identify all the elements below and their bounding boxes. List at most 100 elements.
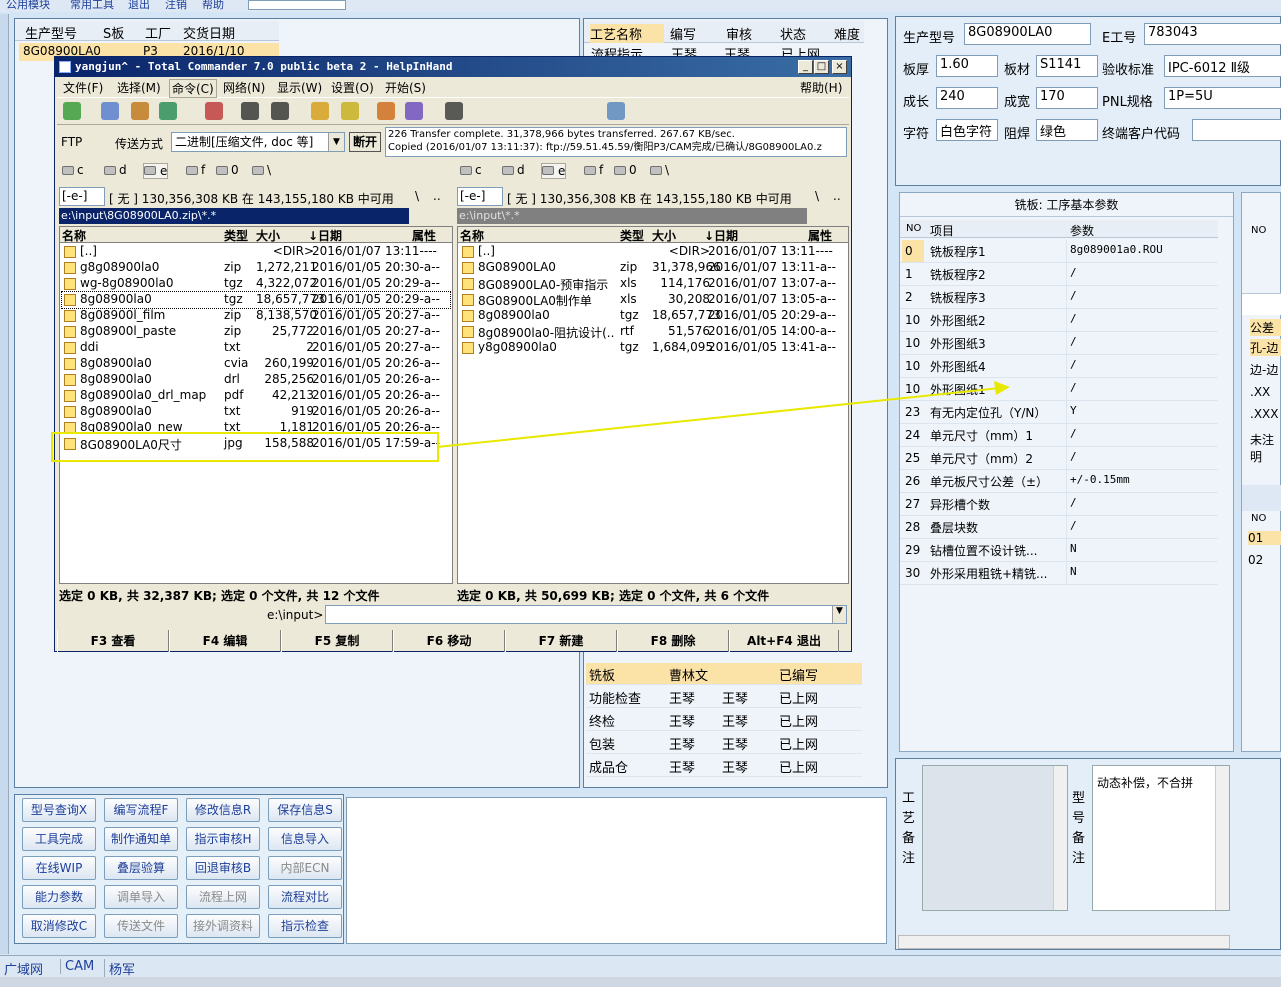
file-col-header[interactable]: 大小: [652, 227, 676, 244]
view-icon[interactable]: [131, 102, 149, 120]
disconnect-button[interactable]: 断开: [349, 132, 381, 152]
tc-menu-item[interactable]: 设置(O): [331, 79, 374, 96]
tc-menu-item[interactable]: 命令(C): [169, 79, 217, 98]
param-row[interactable]: 1 铣板程序2 /: [900, 263, 1218, 286]
right-up-button[interactable]: ..: [833, 189, 841, 203]
thumbnail-icon[interactable]: [159, 102, 177, 120]
file-row[interactable]: 8g08900la0 cvia 260,199 2016/01/05 20:26-a-…: [62, 356, 450, 372]
file-col-header[interactable]: 名称: [62, 227, 86, 244]
right-drive-select[interactable]: [-e-]: [457, 187, 503, 206]
file-col-header[interactable]: 类型: [224, 227, 248, 244]
tc-menu-item[interactable]: 开始(S): [385, 79, 426, 96]
fkey-button[interactable]: Alt+F4 退出: [729, 630, 839, 652]
file-row[interactable]: 8g08900la0 drl 285,256 2016/01/05 20:26-a--: [62, 372, 450, 388]
tc-menu-item[interactable]: 选择(M): [117, 79, 161, 96]
unpack-icon[interactable]: [341, 102, 359, 120]
fkey-button[interactable]: F8 删除: [617, 630, 729, 652]
fkey-button[interactable]: F5 复制: [281, 630, 393, 652]
right-path-bar[interactable]: e:\input\*.*: [457, 208, 807, 224]
file-col-header[interactable]: 类型: [620, 227, 644, 244]
param-row[interactable]: 10 外形图纸1 /: [900, 378, 1218, 401]
file-row[interactable]: g8g08900la0 zip 1,272,211 2016/01/05 20:30-…: [62, 260, 450, 276]
param-row[interactable]: 30 外形采用粗铣+精铣... N: [900, 562, 1218, 585]
param-row[interactable]: 10 外形图纸3 /: [900, 332, 1218, 355]
tc-menu-help[interactable]: 帮助(H): [800, 79, 842, 96]
field-model[interactable]: 8G08900LA0: [964, 23, 1091, 45]
field-e-number[interactable]: 783043: [1144, 23, 1281, 45]
action-button[interactable]: 工具完成: [22, 827, 96, 851]
field-standard[interactable]: IPC-6012 Ⅱ级: [1164, 55, 1281, 77]
model-note-field[interactable]: 动态补偿，不合拼: [1092, 765, 1230, 911]
file-row[interactable]: 8g08900la0 txt 919 2016/01/05 20:26-a--: [62, 404, 450, 420]
action-button[interactable]: 保存信息S: [268, 798, 342, 822]
fkey-button[interactable]: F3 查看: [57, 630, 169, 652]
fkey-button[interactable]: F6 移动: [393, 630, 505, 652]
file-row[interactable]: 8G08900LA0制作单 xls 30,208 2016/01/07 13:05-a…: [460, 292, 846, 308]
action-button[interactable]: 信息导入: [268, 827, 342, 851]
field-material[interactable]: S1141: [1036, 55, 1098, 77]
menu-common-tools[interactable]: 常用工具: [70, 0, 114, 12]
process-note-field[interactable]: [922, 765, 1068, 911]
left-root-button[interactable]: \: [415, 189, 419, 203]
ftp-icon[interactable]: [377, 102, 395, 120]
action-button[interactable]: 叠层验算: [104, 856, 178, 880]
refresh-icon[interactable]: [63, 102, 81, 120]
transfer-mode-select[interactable]: 二进制[压缩文件, doc 等] ▼: [171, 132, 345, 152]
left-file-list[interactable]: 名称 类型 大小 ↓日期 属性 [..] <DIR> 2016/01/07 13:11----…: [59, 226, 453, 584]
action-button[interactable]: 能力参数: [22, 885, 96, 909]
param-row[interactable]: 10 外形图纸4 /: [900, 355, 1218, 378]
file-col-header[interactable]: 属性: [808, 227, 832, 244]
file-col-header[interactable]: 名称: [460, 227, 484, 244]
action-button[interactable]: 指示检查: [268, 914, 342, 938]
field-solder-mask[interactable]: 绿色: [1036, 119, 1098, 141]
field-pnl[interactable]: 1P=5U: [1164, 87, 1281, 109]
param-row[interactable]: 29 钻槽位置不设计铣... N: [900, 539, 1218, 562]
file-row[interactable]: 8G08900LA0-预审指示 xls 114,176 2016/01/07 13:0…: [460, 276, 846, 292]
file-row[interactable]: [..] <DIR> 2016/01/07 13:11----: [460, 244, 846, 260]
file-col-header[interactable]: ↓日期: [704, 227, 738, 244]
fkey-button[interactable]: F7 新建: [505, 630, 617, 652]
action-button[interactable]: 修改信息R: [186, 798, 260, 822]
menu-help[interactable]: 帮助: [202, 0, 224, 12]
pack-icon[interactable]: [205, 102, 223, 120]
action-button[interactable]: 制作通知单: [104, 827, 178, 851]
tree-icon[interactable]: [101, 102, 119, 120]
action-button[interactable]: 在线WIP: [22, 856, 96, 880]
file-row[interactable]: 8g08900la0_drl_map pdf 42,213 2016/01/05 20…: [62, 388, 450, 404]
right-row-01[interactable]: 01: [1248, 531, 1281, 545]
field-width[interactable]: 170: [1036, 87, 1098, 109]
menu-exit[interactable]: 退出: [128, 0, 150, 12]
scrollbar[interactable]: [1215, 766, 1229, 910]
command-line-input[interactable]: ▼: [325, 605, 847, 624]
total-commander-window[interactable]: yangjun^ - Total Commander 7.0 public be…: [51, 56, 852, 652]
maximize-icon[interactable]: □: [814, 60, 829, 74]
param-row[interactable]: 10 外形图纸2 /: [900, 309, 1218, 332]
right-file-list[interactable]: 名称 类型 大小 ↓日期 属性 [..] <DIR> 2016/01/07 13:11----…: [457, 226, 849, 584]
horizontal-scrollbar[interactable]: [898, 935, 1230, 949]
action-button[interactable]: 指示审核H: [186, 827, 260, 851]
param-row[interactable]: 0 铣板程序1 8g089001a0.ROU: [900, 240, 1218, 263]
field-character[interactable]: 白色字符: [936, 119, 998, 141]
file-col-header[interactable]: 属性: [412, 227, 436, 244]
field-customer-code[interactable]: [1192, 119, 1281, 141]
param-row[interactable]: 24 单元尺寸（mm）1 /: [900, 424, 1218, 447]
file-row[interactable]: wg-8g08900la0 tgz 4,322,072 2016/01/05 20:2…: [62, 276, 450, 292]
search-icon[interactable]: [445, 102, 463, 120]
field-thickness[interactable]: 1.60: [936, 55, 998, 77]
action-button[interactable]: 型号查询X: [22, 798, 96, 822]
file-row[interactable]: 8g08900la0-阻抗设计(.. rtf 51,576 2016/01/05 14…: [460, 324, 846, 340]
notepad-icon[interactable]: [607, 102, 625, 120]
chevron-down-icon[interactable]: ▼: [328, 133, 344, 151]
tc-title-bar[interactable]: yangjun^ - Total Commander 7.0 public be…: [55, 57, 851, 77]
tc-menu-item[interactable]: 文件(F): [63, 79, 103, 96]
file-col-header[interactable]: ↓日期: [308, 227, 342, 244]
file-row[interactable]: ddi txt 2 2016/01/05 20:27-a--: [62, 340, 450, 356]
action-button[interactable]: 流程对比: [268, 885, 342, 909]
forward-icon[interactable]: [271, 102, 289, 120]
minimize-icon[interactable]: _: [798, 60, 813, 74]
tc-menu-item[interactable]: 网络(N): [223, 79, 265, 96]
menu-logout[interactable]: 注销: [165, 0, 187, 12]
right-root-button[interactable]: \: [815, 189, 819, 203]
file-row[interactable]: [..] <DIR> 2016/01/07 13:11----: [62, 244, 450, 260]
url-icon[interactable]: [405, 102, 423, 120]
